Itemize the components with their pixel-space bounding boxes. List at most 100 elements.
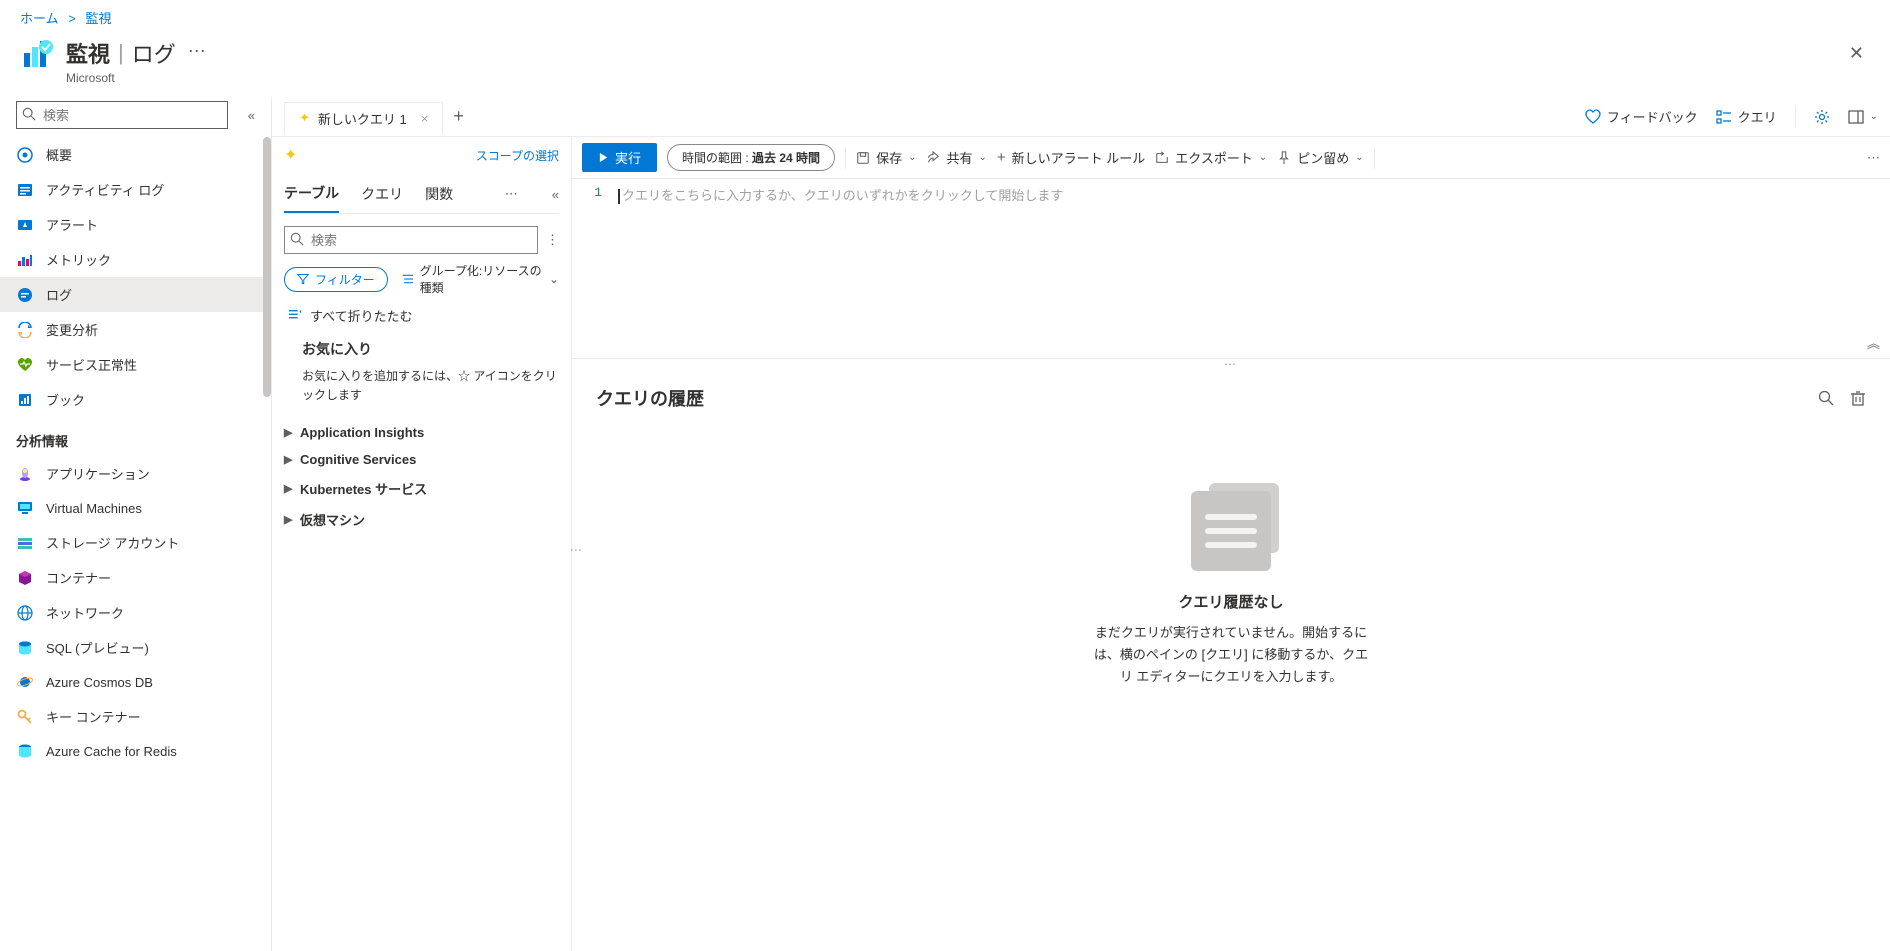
line-number: 1 — [572, 179, 612, 358]
nav-vms[interactable]: Virtual Machines — [0, 491, 271, 525]
key-icon: ✦ — [284, 145, 297, 165]
query-editor[interactable]: 1 クエリをこちらに入力するか、クエリのいずれかをクリックして開始します ︽ — [572, 179, 1890, 359]
breadcrumb-separator: > — [68, 11, 76, 26]
tree-cognitive-services[interactable]: ▶Cognitive Services — [284, 446, 559, 473]
collapse-all-button[interactable]: すべて折りたたむ — [284, 306, 559, 325]
nav-service-health[interactable]: サービス正常性 — [0, 347, 271, 382]
collapse-editor-button[interactable]: ︽ — [1867, 333, 1880, 352]
search-icon — [22, 107, 36, 121]
panel-collapse-button[interactable]: « — [552, 187, 559, 202]
save-button[interactable]: 保存⌄ — [856, 148, 916, 167]
breadcrumb-home[interactable]: ホーム — [20, 11, 59, 26]
panel-more-button[interactable]: ⋯ — [505, 186, 518, 202]
cosmos-icon — [16, 673, 34, 691]
alert-icon — [16, 216, 34, 234]
query-tabbar: ✦ 新しいクエリ 1 × + フィードバック クエリ ⌄ — [272, 97, 1890, 137]
row-resize-handle[interactable]: ⋯ — [572, 359, 1890, 369]
tab-tables[interactable]: テーブル — [284, 175, 339, 213]
results-delete-button[interactable] — [1850, 390, 1866, 406]
empty-state: クエリ履歴なし まだクエリが実行されていません。開始するには、横のペインの [ク… — [596, 491, 1866, 688]
results-panel: クエリの履歴 クエリ履歴なし まだクエリが実行されていません。開始するには、横の… — [572, 369, 1890, 951]
tab-queries[interactable]: クエリ — [361, 176, 403, 212]
search-kebab-button[interactable]: ⋮ — [546, 232, 559, 248]
sidebar: « 概要 アクティビティ ログ アラート メトリック ログ 変更分析 サービス正… — [0, 97, 272, 951]
query-toolbar: 実行 時間の範囲 : 過去 24 時間 保存⌄ 共有⌄ +新しいアラート ルール… — [572, 137, 1890, 179]
tree-application-insights[interactable]: ▶Application Insights — [284, 419, 559, 446]
run-button[interactable]: 実行 — [582, 143, 657, 172]
new-alert-button[interactable]: +新しいアラート ルール — [997, 148, 1145, 167]
search-icon — [290, 232, 304, 246]
health-icon — [16, 356, 34, 374]
nav-storage[interactable]: ストレージ アカウント — [0, 525, 271, 560]
nav-logs[interactable]: ログ — [0, 277, 271, 312]
workbook-icon — [16, 391, 34, 409]
monitor-icon — [20, 37, 56, 73]
activity-log-icon — [16, 181, 34, 199]
sidebar-scrollbar[interactable] — [263, 137, 271, 517]
nav-metrics[interactable]: メトリック — [0, 242, 271, 277]
queries-button[interactable]: クエリ — [1716, 107, 1777, 126]
results-search-button[interactable] — [1818, 390, 1834, 406]
nav-network[interactable]: ネットワーク — [0, 595, 271, 630]
editor-placeholder: クエリをこちらに入力するか、クエリのいずれかをクリックして開始します — [618, 189, 1063, 204]
tab-functions[interactable]: 関数 — [425, 176, 453, 212]
empty-text: まだクエリが実行されていません。開始するには、横のペインの [クエリ] に移動す… — [1091, 622, 1371, 688]
filter-button[interactable]: フィルター — [284, 267, 388, 292]
empty-title: クエリ履歴なし — [596, 591, 1866, 612]
nav-alerts[interactable]: アラート — [0, 207, 271, 242]
breadcrumb: ホーム > 監視 — [0, 0, 1890, 31]
empty-state-icon — [1191, 491, 1271, 571]
vm-icon — [16, 499, 34, 517]
favorites-heading: お気に入り — [284, 335, 559, 367]
page-title: 監視|ログ — [66, 37, 176, 69]
scope-select-link[interactable]: スコープの選択 — [476, 147, 559, 164]
page-subtitle: Microsoft — [66, 71, 176, 85]
share-button[interactable]: 共有⌄ — [926, 148, 986, 167]
key-icon — [16, 708, 34, 726]
group-by-dropdown[interactable]: グループ化:リソースの種類 ⌄ — [402, 262, 559, 296]
page-header: 監視|ログ Microsoft ⋯ ✕ — [0, 31, 1890, 97]
panel-toggle-button[interactable]: ⌄ — [1848, 109, 1878, 125]
nav-cosmos[interactable]: Azure Cosmos DB — [0, 665, 271, 699]
application-icon — [16, 465, 34, 483]
tables-search-input[interactable] — [284, 226, 538, 254]
toolbar-more-button[interactable]: ⋯ — [1867, 150, 1880, 166]
query-area: ⋮ 実行 時間の範囲 : 過去 24 時間 保存⌄ 共有⌄ +新しいアラート ル… — [572, 137, 1890, 951]
settings-button[interactable] — [1814, 109, 1830, 125]
nav-applications[interactable]: アプリケーション — [0, 456, 271, 491]
tree-kubernetes[interactable]: ▶Kubernetes サービス — [284, 473, 559, 504]
tables-panel: ✦ スコープの選択 テーブル クエリ 関数 ⋯ « ⋮ — [272, 137, 572, 951]
query-tab-1[interactable]: ✦ 新しいクエリ 1 × — [284, 102, 443, 134]
redis-icon — [16, 742, 34, 760]
nav-sql[interactable]: SQL (プレビュー) — [0, 630, 271, 665]
sidebar-collapse-button[interactable]: « — [248, 108, 255, 123]
export-button[interactable]: エクスポート⌄ — [1155, 148, 1267, 167]
storage-icon — [16, 534, 34, 552]
tree-vm[interactable]: ▶仮想マシン — [284, 504, 559, 535]
sql-icon — [16, 639, 34, 657]
nav-overview[interactable]: 概要 — [0, 137, 271, 172]
nav-containers[interactable]: コンテナー — [0, 560, 271, 595]
logs-icon — [16, 286, 34, 304]
pin-button[interactable]: ピン留め⌄ — [1277, 148, 1363, 167]
network-icon — [16, 604, 34, 622]
nav-change-analysis[interactable]: 変更分析 — [0, 312, 271, 347]
nav-activity-log[interactable]: アクティビティ ログ — [0, 172, 271, 207]
feedback-button[interactable]: フィードバック — [1585, 107, 1698, 126]
container-icon — [16, 569, 34, 587]
favorites-help-text: お気に入りを追加するには、☆ アイコンをクリックします — [284, 367, 559, 419]
close-button[interactable]: ✕ — [1843, 37, 1870, 70]
nav-keyvault[interactable]: キー コンテナー — [0, 699, 271, 734]
header-more-button[interactable]: ⋯ — [188, 37, 207, 62]
add-tab-button[interactable]: + — [453, 106, 464, 127]
sidebar-search-input[interactable] — [16, 101, 228, 129]
metrics-icon — [16, 251, 34, 269]
time-range-picker[interactable]: 時間の範囲 : 過去 24 時間 — [667, 144, 835, 171]
results-title: クエリの履歴 — [596, 385, 704, 411]
nav-section-insights: 分析情報 — [0, 417, 271, 456]
nav-redis[interactable]: Azure Cache for Redis — [0, 734, 271, 768]
nav-workbooks[interactable]: ブック — [0, 382, 271, 417]
overview-icon — [16, 146, 34, 164]
tab-close-button[interactable]: × — [421, 111, 429, 126]
breadcrumb-current[interactable]: 監視 — [85, 11, 111, 26]
